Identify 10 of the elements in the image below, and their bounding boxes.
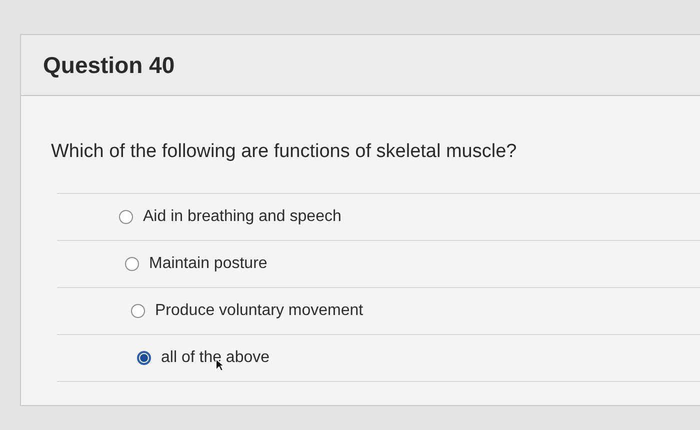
option-label: Produce voluntary movement xyxy=(155,302,364,320)
option-label: Maintain posture xyxy=(149,255,268,273)
radio-button[interactable] xyxy=(131,304,145,318)
option-label: Aid in breathing and speech xyxy=(143,208,342,226)
question-title: Question 40 xyxy=(21,35,700,96)
question-text: Which of the following are functions of skeletal muscle? xyxy=(50,140,518,164)
option-label: all of the above xyxy=(161,349,270,367)
radio-button[interactable] xyxy=(137,351,151,365)
radio-button[interactable] xyxy=(119,210,133,224)
radio-button[interactable] xyxy=(125,257,139,271)
